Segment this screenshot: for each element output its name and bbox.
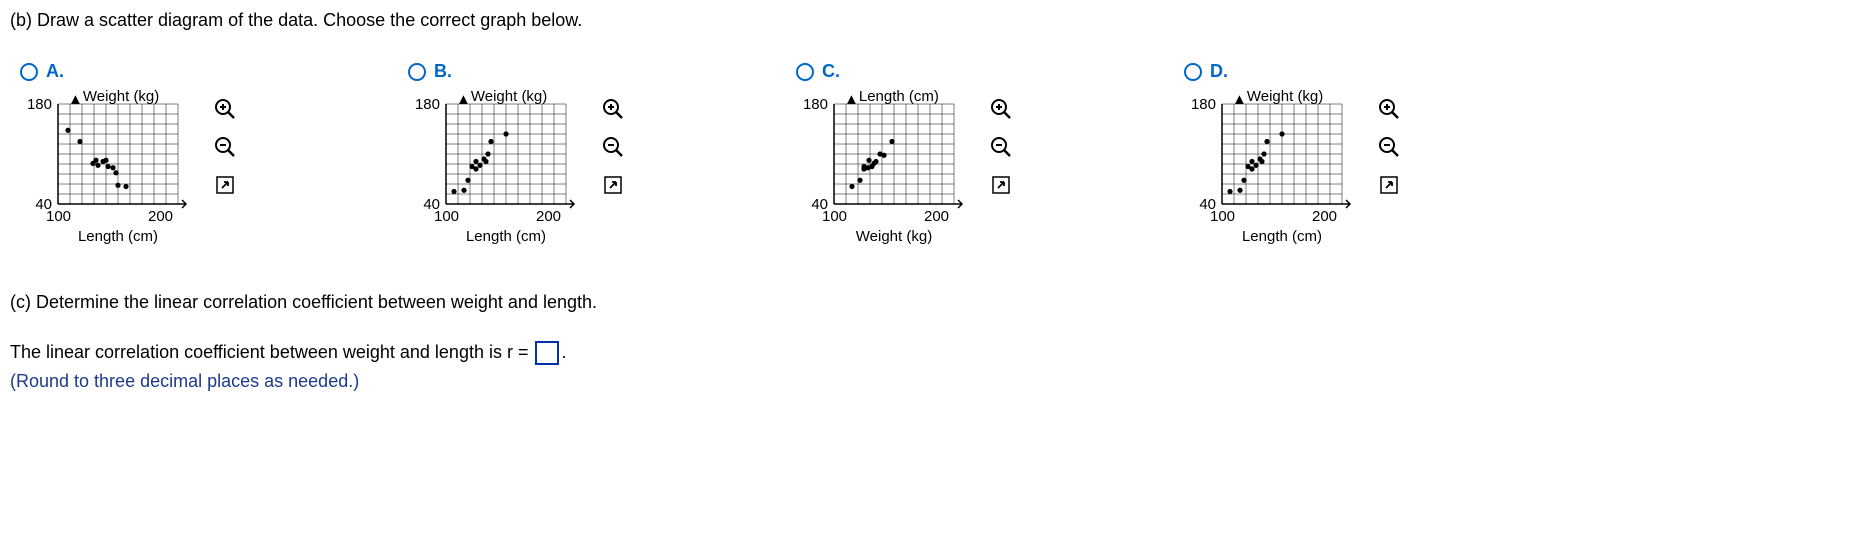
option-c-header[interactable]: C. bbox=[796, 61, 1014, 82]
r-input[interactable] bbox=[535, 341, 559, 365]
chart-a-plot bbox=[58, 104, 178, 204]
zoom-in-icon[interactable] bbox=[988, 96, 1014, 122]
chart-c-ytick-top: 180 bbox=[796, 96, 828, 113]
zoom-in-icon[interactable] bbox=[212, 96, 238, 122]
option-a-label: A. bbox=[46, 61, 64, 82]
chart-b-ylabel: ▲Weight (kg) bbox=[456, 88, 547, 105]
answer-suffix: . bbox=[561, 342, 566, 362]
chart-b-xlabel: Length (cm) bbox=[446, 228, 566, 245]
option-a: A. ▲Weight (kg) 180 40 100 200 Length (c… bbox=[20, 61, 238, 252]
expand-icon[interactable] bbox=[600, 172, 626, 198]
zoom-in-icon[interactable] bbox=[1376, 96, 1402, 122]
expand-icon[interactable] bbox=[1376, 172, 1402, 198]
chart-c-xlabel: Weight (kg) bbox=[834, 228, 954, 245]
zoom-out-icon[interactable] bbox=[600, 134, 626, 160]
chart-a-ylabel: ▲Weight (kg) bbox=[68, 88, 159, 105]
chart-c-plot bbox=[834, 104, 954, 204]
question-b-text: (b) Draw a scatter diagram of the data. … bbox=[10, 10, 1840, 31]
options-row: A. ▲Weight (kg) 180 40 100 200 Length (c… bbox=[10, 61, 1840, 252]
zoom-in-icon[interactable] bbox=[600, 96, 626, 122]
chart-c: ▲Length (cm) 180 40 100 200 Weight (kg) bbox=[796, 92, 976, 252]
option-d: D. ▲Weight (kg) 180 40 100 200 Length (c… bbox=[1184, 61, 1402, 252]
option-d-header[interactable]: D. bbox=[1184, 61, 1402, 82]
chart-d-plot bbox=[1222, 104, 1342, 204]
radio-b[interactable] bbox=[408, 63, 426, 81]
option-c: C. ▲Length (cm) 180 40 100 200 Weight (k… bbox=[796, 61, 1014, 252]
tools-d bbox=[1376, 96, 1402, 198]
rounding-hint: (Round to three decimal places as needed… bbox=[10, 371, 1840, 392]
option-b-label: B. bbox=[434, 61, 452, 82]
chart-b-ytick-top: 180 bbox=[408, 96, 440, 113]
chart-a-ytick-top: 180 bbox=[20, 96, 52, 113]
tools-a bbox=[212, 96, 238, 198]
radio-d[interactable] bbox=[1184, 63, 1202, 81]
zoom-out-icon[interactable] bbox=[1376, 134, 1402, 160]
option-b: B. ▲Weight (kg) 180 40 100 200 Length (c… bbox=[408, 61, 626, 252]
chart-d-xlabel: Length (cm) bbox=[1222, 228, 1342, 245]
answer-prefix: The linear correlation coefficient betwe… bbox=[10, 342, 533, 362]
chart-d-ylabel: ▲Weight (kg) bbox=[1232, 88, 1323, 105]
chart-b-plot bbox=[446, 104, 566, 204]
radio-c[interactable] bbox=[796, 63, 814, 81]
radio-a[interactable] bbox=[20, 63, 38, 81]
option-c-label: C. bbox=[822, 61, 840, 82]
chart-a: ▲Weight (kg) 180 40 100 200 Length (cm) bbox=[20, 92, 200, 252]
question-c-text: (c) Determine the linear correlation coe… bbox=[10, 292, 1840, 313]
expand-icon[interactable] bbox=[988, 172, 1014, 198]
zoom-out-icon[interactable] bbox=[212, 134, 238, 160]
option-b-header[interactable]: B. bbox=[408, 61, 626, 82]
expand-icon[interactable] bbox=[212, 172, 238, 198]
chart-d-ytick-top: 180 bbox=[1184, 96, 1216, 113]
option-a-header[interactable]: A. bbox=[20, 61, 238, 82]
tools-b bbox=[600, 96, 626, 198]
answer-line: The linear correlation coefficient betwe… bbox=[10, 341, 1840, 365]
tools-c bbox=[988, 96, 1014, 198]
chart-c-ylabel: ▲Length (cm) bbox=[844, 88, 939, 105]
zoom-out-icon[interactable] bbox=[988, 134, 1014, 160]
chart-d: ▲Weight (kg) 180 40 100 200 Length (cm) bbox=[1184, 92, 1364, 252]
chart-a-xlabel: Length (cm) bbox=[58, 228, 178, 245]
chart-b: ▲Weight (kg) 180 40 100 200 Length (cm) bbox=[408, 92, 588, 252]
option-d-label: D. bbox=[1210, 61, 1228, 82]
